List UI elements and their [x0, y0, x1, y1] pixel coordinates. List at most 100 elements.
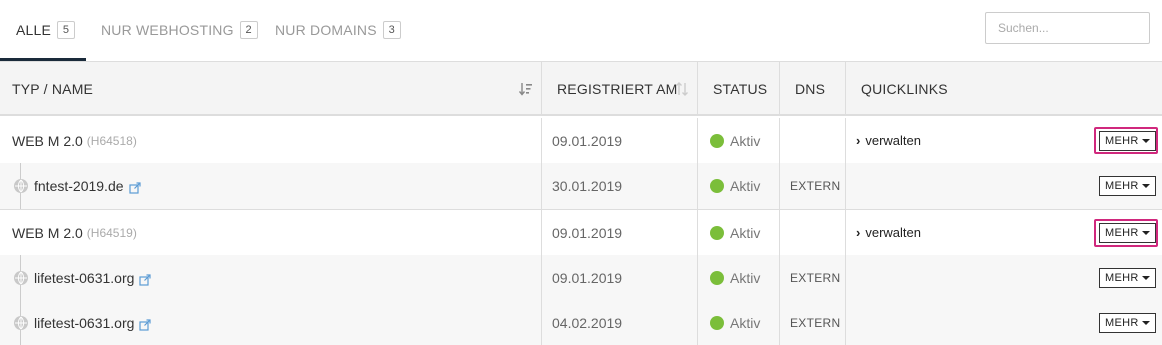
column-divider: [697, 62, 698, 116]
mehr-button[interactable]: MEHR: [1099, 131, 1156, 151]
tab-count-badge: 3: [382, 21, 401, 39]
table-row: lifetest-0631.org 09.01.2019 Aktiv EXTER…: [0, 255, 1162, 301]
tab-nur-webhosting[interactable]: NUR WEBHOSTING 2: [101, 20, 258, 40]
column-divider: [779, 118, 780, 163]
column-divider: [779, 163, 780, 209]
status-text: Aktiv: [730, 178, 761, 194]
row-name: WEB M 2.0 (H64519): [12, 210, 137, 255]
row-name: fntest-2019.de: [14, 163, 141, 209]
status-text: Aktiv: [730, 224, 761, 241]
mehr-label: MEHR: [1105, 135, 1139, 147]
column-divider: [541, 118, 542, 163]
mehr-label: MEHR: [1105, 227, 1139, 239]
mehr-button[interactable]: MEHR: [1099, 268, 1156, 288]
product-table: TYP / NAME REGISTRIERT AM STATUS DNS QUI…: [0, 62, 1162, 345]
column-divider: [697, 163, 698, 209]
external-link-icon[interactable]: [139, 273, 152, 286]
quicklink-label: verwalten: [865, 225, 921, 240]
header-label: TYP / NAME: [12, 81, 94, 97]
header-label: QUICKLINKS: [861, 81, 948, 97]
status-text: Aktiv: [730, 132, 761, 149]
mehr-button[interactable]: MEHR: [1099, 223, 1156, 243]
table-header: TYP / NAME REGISTRIERT AM STATUS DNS QUI…: [0, 62, 1162, 116]
registered-date: 04.02.2019: [552, 315, 623, 331]
tab-label: NUR WEBHOSTING: [101, 22, 234, 38]
status-active-icon: [710, 179, 724, 193]
column-divider: [697, 210, 698, 255]
header-registriert-am[interactable]: REGISTRIERT AM: [557, 62, 678, 116]
caret-down-icon: [1141, 139, 1150, 143]
dns-value: EXTERN: [790, 179, 841, 193]
column-divider: [779, 62, 780, 116]
external-link-icon[interactable]: [139, 318, 152, 331]
sort-icon[interactable]: [675, 81, 689, 100]
mehr-label: MEHR: [1105, 317, 1139, 329]
external-link-icon[interactable]: [128, 181, 141, 194]
registered-date: 30.01.2019: [552, 178, 623, 194]
quicklink-verwalten[interactable]: › verwalten: [856, 118, 921, 163]
column-divider: [697, 301, 698, 345]
registered-date: 09.01.2019: [552, 224, 623, 241]
product-id: (H64518): [86, 133, 137, 148]
search-input[interactable]: [985, 12, 1150, 44]
table-row: lifetest-0631.org 04.02.2019 Aktiv EXTER…: [0, 301, 1162, 345]
column-divider: [845, 118, 846, 163]
status-cell: Aktiv: [710, 210, 760, 255]
header-label: DNS: [795, 81, 826, 97]
column-divider: [845, 163, 846, 209]
registered-date: 09.01.2019: [552, 270, 623, 286]
header-label: STATUS: [713, 81, 768, 97]
header-label: REGISTRIERT AM: [557, 81, 678, 97]
status-active-icon: [710, 225, 724, 240]
tab-alle[interactable]: ALLE 5: [16, 20, 76, 40]
header-dns: DNS: [795, 62, 825, 116]
header-quicklinks: QUICKLINKS: [861, 62, 948, 116]
column-divider: [779, 210, 780, 255]
status-active-icon: [710, 271, 724, 285]
column-divider: [541, 62, 542, 116]
column-divider: [845, 62, 846, 116]
column-divider: [541, 255, 542, 301]
row-name: lifetest-0631.org: [14, 255, 152, 301]
caret-down-icon: [1141, 184, 1150, 188]
quicklink-verwalten[interactable]: › verwalten: [856, 210, 921, 255]
column-divider: [697, 118, 698, 163]
registered-date: 09.01.2019: [552, 132, 623, 149]
globe-icon: [14, 271, 28, 285]
header-typ-name[interactable]: TYP / NAME: [12, 62, 93, 116]
column-divider: [845, 210, 846, 255]
row-name: WEB M 2.0 (H64518): [12, 118, 137, 163]
column-divider: [779, 255, 780, 301]
mehr-button[interactable]: MEHR: [1099, 313, 1156, 333]
tab-count-badge: 2: [239, 21, 258, 39]
column-divider: [845, 255, 846, 301]
tab-label: ALLE: [16, 22, 52, 38]
sort-desc-icon[interactable]: [518, 81, 533, 100]
globe-icon: [14, 316, 28, 330]
status-text: Aktiv: [730, 270, 761, 286]
dns-value: EXTERN: [790, 316, 841, 330]
mehr-label: MEHR: [1105, 272, 1139, 284]
table-row: WEB M 2.0 (H64518) 09.01.2019 Aktiv › ve…: [0, 118, 1162, 163]
domain-name: lifetest-0631.org: [34, 270, 135, 286]
globe-icon: [14, 179, 28, 193]
domain-name: lifetest-0631.org: [34, 315, 135, 331]
product-name: WEB M 2.0: [12, 132, 83, 149]
status-cell: Aktiv: [710, 163, 760, 209]
mehr-label: MEHR: [1105, 180, 1139, 192]
quicklink-label: verwalten: [865, 133, 921, 148]
dns-value: EXTERN: [790, 271, 841, 285]
column-divider: [779, 301, 780, 345]
domain-name: fntest-2019.de: [34, 178, 124, 194]
caret-down-icon: [1141, 321, 1150, 325]
product-id: (H64519): [86, 225, 137, 240]
status-active-icon: [710, 133, 724, 148]
mehr-button[interactable]: MEHR: [1099, 176, 1156, 196]
column-divider: [541, 163, 542, 209]
tab-label: NUR DOMAINS: [275, 22, 377, 38]
status-cell: Aktiv: [710, 255, 760, 301]
header-status: STATUS: [713, 62, 767, 116]
column-divider: [845, 301, 846, 345]
tab-nur-domains[interactable]: NUR DOMAINS 3: [275, 20, 401, 40]
column-divider: [697, 255, 698, 301]
